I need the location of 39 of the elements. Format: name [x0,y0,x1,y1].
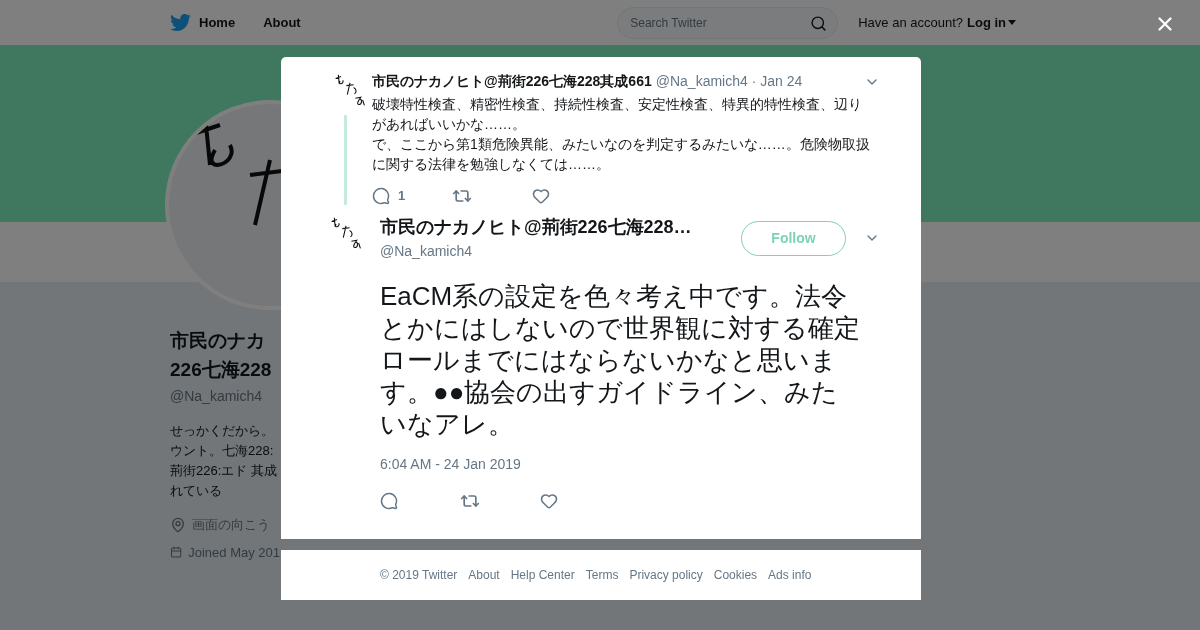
search-field[interactable]: Search Twitter [617,6,839,39]
bio-text: 荊街226:エド 其成 [170,462,278,480]
profile-handle: @Na_kamich4 [170,387,264,406]
author-handle: @Na_kamich4 [380,242,474,261]
like-icon[interactable] [532,187,550,205]
calendar-icon [170,544,183,561]
location-text: 画面の向こう [192,516,270,534]
like-icon[interactable] [540,492,558,510]
reply-icon[interactable] [380,492,398,510]
login-link[interactable]: Log in [967,12,1006,33]
search-icon[interactable] [810,14,828,32]
profile-name: 226七海228 [170,358,273,382]
location-icon [170,516,186,533]
reply-count: 1 [398,187,406,206]
bio-text: ウント。七海228: [170,442,275,460]
tweet-timestamp: 6:04 AM - 24 Jan 2019 [380,455,522,474]
account-prompt: Have an account? [858,13,963,32]
bio-text: れている [170,482,223,500]
nav-link[interactable]: Home [199,12,236,33]
author-name: 市民のナカノヒト@荊街226七海228其成661 [372,72,652,91]
tweet-text: 破壊特性検査、精密性検査、持続性検査、安定性検査、特異的特性検査、辺りがあればいいかな……。 [372,95,863,134]
author-handle: @Na_kamich4 [655,72,748,91]
nav-link[interactable]: About [263,12,301,33]
author-name: 市民のナカノヒト@荊街226七海228… [380,216,693,239]
tweet-text: で、ここから第1類危険異能、みたいなのを判定するみたいな……。危険物取扱に関する法律を勉強しなくては……。 [372,135,871,174]
footer-link[interactable]: Cookies [713,566,758,584]
footer-link[interactable]: Terms [585,566,619,584]
tweet-date[interactable]: · Jan 24 [751,71,803,92]
profile-name: 市民のナカ [170,329,266,353]
caret-icon [1008,20,1016,25]
bio-text: せっかくだから。 [170,422,275,440]
footer-link[interactable]: © 2019 Twitter [380,566,458,584]
footer-link[interactable]: Ads info [768,566,812,584]
tweet-text: EaCM系の設定を色々考え中です。法令とかにはしないので世界観に対する確定ロールまでにはならないかなと思います。●●協会の出すガイドライン、みたいなアレ。 [380,280,860,440]
footer-link[interactable]: Help Center [510,566,575,584]
reply-icon[interactable] [372,187,390,205]
footer-link[interactable]: Privacy policy [629,566,703,584]
joined-text: Joined May 201 [188,543,280,562]
footer-link[interactable]: About [468,566,500,584]
